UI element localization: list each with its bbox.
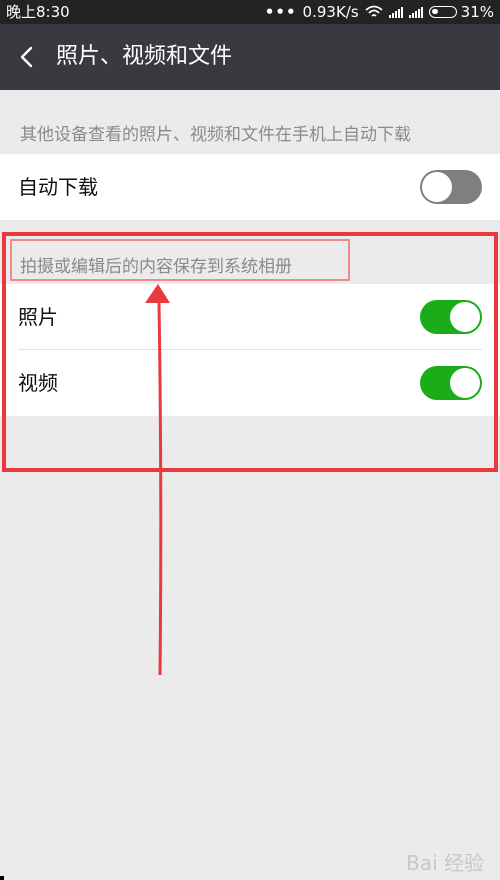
annotation-arrow-icon [145,284,170,676]
corner-dot [0,876,4,880]
watermark: Bai 经验 [406,851,484,875]
